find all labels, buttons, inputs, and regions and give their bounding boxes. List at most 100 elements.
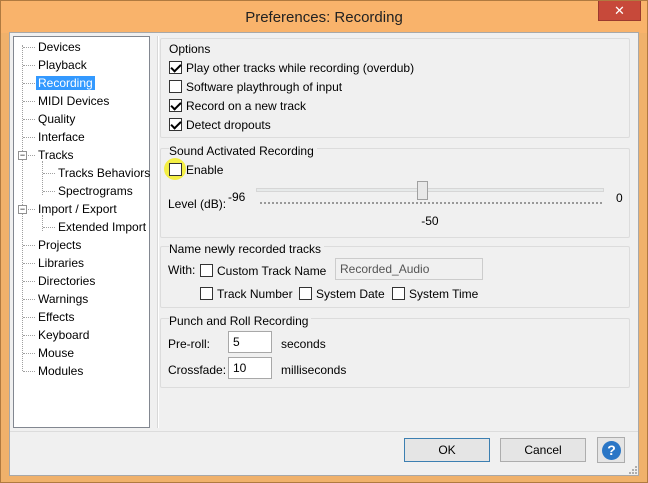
tree-connector	[23, 317, 35, 318]
cancel-button[interactable]: Cancel	[500, 438, 586, 462]
preroll-unit: seconds	[281, 337, 326, 351]
tree-item-tracks-behaviors[interactable]: Tracks Behaviors	[56, 165, 152, 181]
system-date-checkbox[interactable]	[299, 287, 312, 300]
help-icon: ?	[602, 441, 621, 460]
tree-connector	[42, 215, 43, 231]
tree-connector	[43, 227, 55, 228]
recording-settings-pane: Options Play other tracks while recordin…	[160, 36, 638, 428]
enable-checkbox[interactable]	[169, 163, 182, 176]
software-playthrough-label: Software playthrough of input	[186, 80, 343, 94]
tree-item-playback[interactable]: Playback	[36, 57, 89, 73]
custom-track-name-checkbox[interactable]	[200, 264, 213, 277]
record-new-track-checkbox[interactable]	[169, 99, 182, 112]
track-number-label: Track Number	[217, 287, 293, 301]
system-date-label: System Date	[316, 287, 385, 301]
level-slider-track[interactable]	[256, 188, 604, 192]
tree-connector	[23, 47, 35, 48]
ok-button[interactable]: OK	[404, 438, 490, 462]
tree-connector	[23, 65, 35, 66]
tree-item-effects[interactable]: Effects	[36, 309, 76, 325]
detect-dropouts-checkbox-row[interactable]: Detect dropouts	[169, 117, 271, 133]
detect-dropouts-label: Detect dropouts	[186, 118, 271, 132]
preferences-window: Preferences: Recording ✕ Devices Playbac…	[0, 0, 648, 483]
track-naming-group-title: Name newly recorded tracks	[169, 242, 325, 256]
import-export-collapse-icon[interactable]: −	[18, 205, 27, 214]
tree-connector	[43, 191, 55, 192]
resize-grip-icon[interactable]	[628, 465, 638, 475]
software-playthrough-checkbox-row[interactable]: Software playthrough of input	[169, 79, 342, 95]
tree-connector	[43, 173, 55, 174]
button-bar-separator	[10, 431, 638, 432]
options-group-title: Options	[169, 42, 211, 56]
preferences-tree[interactable]: Devices Playback Recording MIDI Devices …	[13, 36, 150, 428]
tree-item-warnings[interactable]: Warnings	[36, 291, 90, 307]
tree-connector	[23, 101, 35, 102]
dialog-client: Devices Playback Recording MIDI Devices …	[9, 32, 639, 476]
tree-item-modules[interactable]: Modules	[36, 363, 85, 379]
tree-item-mouse[interactable]: Mouse	[36, 345, 76, 361]
custom-track-name-label: Custom Track Name	[217, 264, 327, 278]
tree-connector	[23, 137, 35, 138]
tree-connector	[23, 371, 35, 372]
tree-item-label: Keyboard	[38, 328, 90, 342]
system-time-checkbox-row[interactable]: System Time	[392, 286, 478, 302]
overdub-checkbox-row[interactable]: Play other tracks while recording (overd…	[169, 60, 414, 76]
crossfade-unit: milliseconds	[281, 363, 347, 377]
custom-track-name-input[interactable]: Recorded_Audio	[335, 258, 483, 280]
tree-item-label: Modules	[38, 364, 84, 378]
tree-item-label: Directories	[38, 274, 96, 288]
record-new-track-label: Record on a new track	[186, 99, 307, 113]
tree-connector	[23, 83, 35, 84]
tree-item-label: Mouse	[38, 346, 75, 360]
custom-track-name-checkbox-row[interactable]: Custom Track Name	[200, 263, 326, 279]
tree-item-spectrograms[interactable]: Spectrograms	[56, 183, 135, 199]
close-button[interactable]: ✕	[598, 1, 641, 21]
tree-item-devices[interactable]: Devices	[36, 39, 83, 55]
overdub-checkbox[interactable]	[169, 61, 182, 74]
tree-item-import-export[interactable]: Import / Export	[36, 201, 119, 217]
level-slider-ticks	[260, 202, 602, 204]
crossfade-input[interactable]: 10	[228, 357, 272, 379]
track-number-checkbox-row[interactable]: Track Number	[200, 286, 293, 302]
tree-connector	[28, 209, 35, 210]
tree-connector	[28, 155, 35, 156]
help-button[interactable]: ?	[597, 437, 625, 463]
tree-item-libraries[interactable]: Libraries	[36, 255, 86, 271]
level-slider-thumb[interactable]	[417, 181, 429, 200]
sound-activated-group-title: Sound Activated Recording	[169, 144, 317, 158]
tracks-collapse-icon[interactable]: −	[18, 151, 27, 160]
detect-dropouts-checkbox[interactable]	[169, 118, 182, 131]
level-max-label: 0	[616, 191, 623, 205]
tree-item-projects[interactable]: Projects	[36, 237, 83, 253]
tree-item-tracks[interactable]: Tracks	[36, 147, 76, 163]
tree-item-label: Tracks	[38, 148, 74, 162]
preroll-label: Pre-roll:	[168, 337, 211, 351]
tree-connector	[23, 263, 35, 264]
tree-item-label: Warnings	[38, 292, 89, 306]
system-time-checkbox[interactable]	[392, 287, 405, 300]
system-time-label: System Time	[409, 287, 479, 301]
overdub-label: Play other tracks while recording (overd…	[186, 61, 415, 75]
tree-connector	[23, 119, 35, 120]
tree-item-quality[interactable]: Quality	[36, 111, 77, 127]
enable-checkbox-row[interactable]: Enable	[169, 162, 223, 178]
tree-item-midi-devices[interactable]: MIDI Devices	[36, 93, 111, 109]
tree-item-recording[interactable]: Recording	[36, 75, 95, 91]
tree-item-directories[interactable]: Directories	[36, 273, 97, 289]
tree-item-label: Interface	[38, 130, 85, 144]
track-number-checkbox[interactable]	[200, 287, 213, 300]
tree-item-extended-import[interactable]: Extended Import	[56, 219, 148, 235]
tree-item-interface[interactable]: Interface	[36, 129, 87, 145]
title-bar[interactable]: Preferences: Recording ✕	[1, 1, 647, 33]
software-playthrough-checkbox[interactable]	[169, 80, 182, 93]
punch-roll-group-title: Punch and Roll Recording	[169, 314, 312, 328]
preroll-input[interactable]: 5	[228, 331, 272, 353]
tree-item-keyboard[interactable]: Keyboard	[36, 327, 91, 343]
system-date-checkbox-row[interactable]: System Date	[299, 286, 385, 302]
tree-item-label: Import / Export	[38, 202, 117, 216]
record-new-track-checkbox-row[interactable]: Record on a new track	[169, 98, 306, 114]
pane-splitter[interactable]	[157, 36, 159, 428]
tree-connector	[23, 335, 35, 336]
tree-item-label: Spectrograms	[58, 184, 133, 198]
enable-label: Enable	[186, 163, 224, 177]
